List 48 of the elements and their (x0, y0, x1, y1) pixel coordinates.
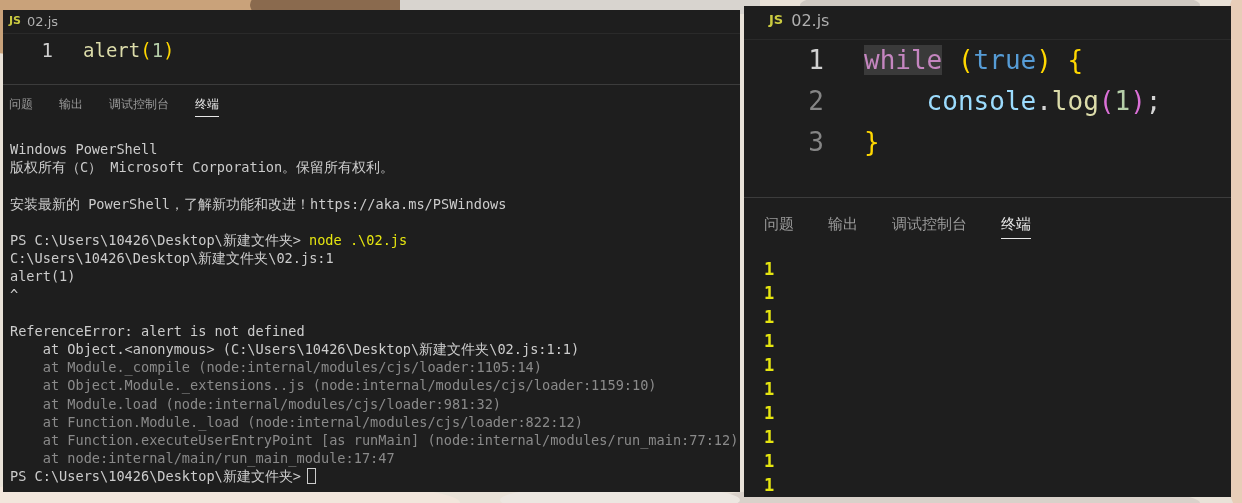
terminal-line: 1 (764, 378, 776, 401)
code-line: while (true) { (864, 43, 1084, 77)
terminal-command: node .\02.js (309, 230, 408, 250)
terminal-line: Windows PowerShell (10, 140, 159, 159)
terminal-line: at Module.load (node:internal/modules/cjs/loader:981:32) (41, 394, 503, 413)
line-number: 1 (40, 38, 54, 64)
code-line: alert(1) (83, 38, 175, 64)
terminal-line: 1 (764, 426, 776, 449)
terminal-prompt: PS C:\Users\10426\Desktop\新建文件夹> (10, 467, 301, 486)
terminal-line: at Function.executeUserEntryPoint [as runMain] (node:internal/modules/run_main:77:12) (41, 431, 740, 450)
terminal-line: 1 (764, 450, 776, 473)
terminal-line: C:\Users\10426\Desktop\新建文件夹\02.js:1 (10, 249, 335, 268)
terminal-prompt: PS C:\Users\10426\Desktop\新建文件夹> (10, 230, 301, 250)
terminal-line: ^ (10, 285, 20, 304)
panel-tab[interactable]: 调试控制台 (109, 95, 169, 117)
file-type-icon: JS (769, 10, 784, 30)
file-tab[interactable]: 02.js (791, 8, 830, 33)
terminal-line: 1 (764, 282, 776, 305)
code-line: } (864, 125, 880, 159)
terminal-line: 1 (764, 306, 776, 329)
terminal-line: at Function.Module._load (node:internal/modules/cjs/loader:822:12) (41, 412, 584, 431)
terminal-line: 安装最新的 PowerShell，了解新功能和改进！https://aka.ms/PSWindows (10, 194, 508, 213)
terminal-line: at Module._compile (node:internal/modules/cjs/loader:1105:14) (41, 358, 543, 377)
terminal-line: 1 (764, 258, 776, 281)
terminal-line: 1 (764, 354, 776, 377)
terminal-line: 版权所有（C） Microsoft Corporation。保留所有权利。 (10, 158, 396, 177)
terminal-line: alert(1) (10, 267, 77, 286)
panel-tab[interactable]: 问题 (9, 95, 33, 117)
terminal-line: 1 (764, 474, 776, 497)
terminal-line: at Object.Module._extensions..js (node:internal/modules/cjs/loader:1159:10) (41, 376, 658, 395)
terminal-line: 1 (764, 402, 776, 425)
line-number: 1 (807, 43, 825, 77)
terminal-line: 1 (764, 330, 776, 353)
terminal-line: ReferenceError: alert is not defined (10, 321, 306, 341)
line-number: 2 (807, 84, 825, 118)
file-tab[interactable]: 02.js (27, 11, 59, 31)
panel-tab[interactable]: 输出 (828, 212, 858, 239)
panel-tab[interactable]: 终端 (1001, 212, 1031, 239)
code-line: console.log(1); (925, 84, 1162, 118)
panel-tab[interactable]: 输出 (59, 95, 83, 117)
panel-tab[interactable]: 问题 (764, 212, 794, 239)
terminal-line: at node:internal/main/run_main_module:17:47 (41, 449, 396, 468)
panel-tab[interactable]: 终端 (195, 95, 219, 117)
cursor-icon (307, 468, 316, 485)
line-number: 3 (807, 125, 825, 159)
file-type-icon: JS (9, 12, 21, 29)
terminal-line: at Object.<anonymous> (C:\Users\10426\Desktop\新建文件夹\02.js:1:1) (41, 340, 581, 359)
panel-tab[interactable]: 调试控制台 (892, 212, 967, 239)
